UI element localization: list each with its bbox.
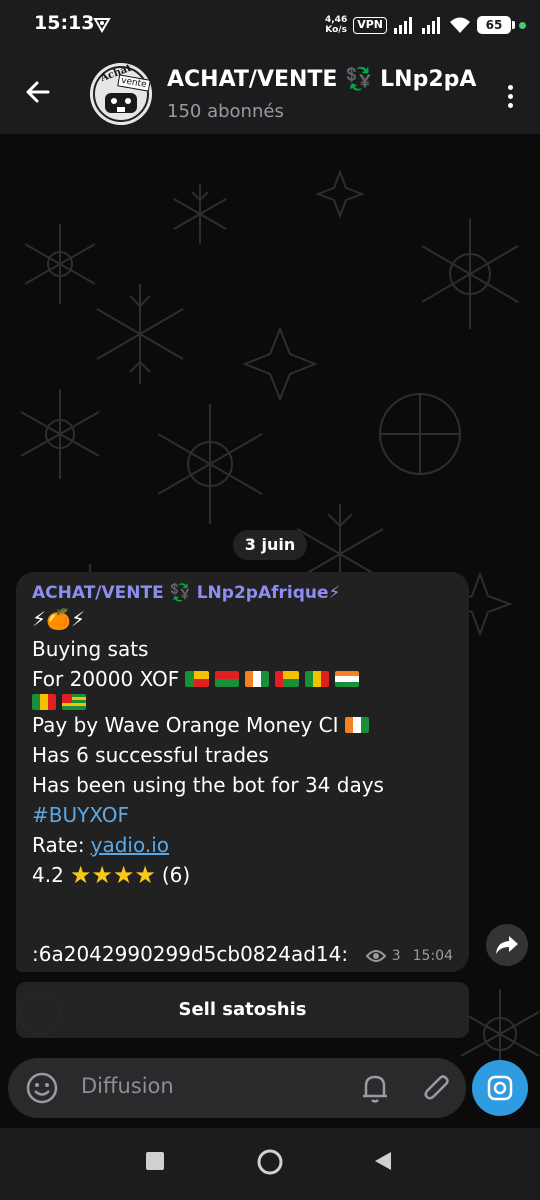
message-line-buying: Buying sats	[32, 637, 149, 661]
status-indicators: 4,46 Ko/s VPN 65	[325, 10, 526, 40]
star-icon: ★	[134, 861, 156, 889]
share-arrow-icon	[496, 936, 518, 954]
emoji-icon[interactable]	[26, 1072, 58, 1104]
guinea-bissau-flag-icon	[275, 671, 300, 687]
star-icon: ★	[91, 861, 113, 889]
signal-icon-2	[422, 17, 440, 34]
benin-flag-icon	[185, 671, 210, 687]
pay-text: Pay by Wave Orange Money CI	[32, 713, 339, 737]
net-speed: 4,46 Ko/s	[325, 15, 347, 35]
message-line-pay: Pay by Wave Orange Money CI	[32, 710, 453, 740]
message-emojis: ⚡🍊⚡	[32, 607, 85, 631]
message-line-trades: Has 6 successful trades	[32, 743, 269, 767]
chat-header: Achat vente ACHAT/VENTE 💱 LNp2pA 150 abo…	[0, 50, 540, 134]
burkina-faso-flag-icon	[215, 671, 240, 687]
battery-icon: 65	[477, 16, 515, 34]
forward-button[interactable]	[486, 924, 528, 966]
sell-satoshis-button[interactable]: Sell satoshis	[16, 982, 469, 1038]
mali-flag-icon	[305, 671, 330, 687]
senegal-flag-icon	[32, 694, 56, 710]
privacy-dot	[519, 21, 526, 29]
star-icon: ★	[69, 861, 92, 889]
star-icon: ★	[112, 861, 135, 889]
camera-button[interactable]	[472, 1060, 528, 1116]
status-bar: 15:13 4,46 Ko/s VPN 65	[0, 0, 540, 50]
recents-icon[interactable]	[144, 1150, 166, 1172]
back-nav-icon[interactable]	[372, 1150, 394, 1172]
net-speed-value: 4,46	[325, 15, 348, 25]
bell-icon[interactable]	[360, 1072, 390, 1104]
more-options-button[interactable]	[498, 78, 522, 114]
message-line-for: For 20000 XOF	[32, 664, 453, 694]
rate-label: Rate:	[32, 833, 85, 857]
vpn-key-icon	[93, 18, 111, 33]
message-time: 15:04	[412, 948, 453, 964]
message-line-rating: 4.2 ★ ★ ★ ★ (6)	[32, 860, 453, 890]
order-code: :6a2042990299d5cb0824ad14:	[32, 942, 349, 966]
niger-flag-icon	[335, 671, 360, 687]
date-separator: 3 juin	[233, 530, 307, 560]
hashtag-link[interactable]: #BUYXOF	[32, 800, 453, 830]
message-line-rate: Rate: yadio.io	[32, 830, 453, 860]
paperclip-icon[interactable]	[422, 1072, 452, 1104]
channel-subtitle: 150 abonnés	[167, 101, 284, 122]
message-line-flags	[32, 694, 453, 710]
dot-icon	[507, 102, 513, 108]
ivory-coast-flag-icon	[245, 671, 270, 687]
message-sender[interactable]: ACHAT/VENTE 💱 LNp2pAfrique⚡	[32, 582, 453, 604]
message-meta: 3 15:04	[365, 948, 453, 964]
channel-avatar[interactable]: Achat vente	[90, 63, 152, 125]
dot-icon	[507, 84, 513, 90]
signal-icon	[394, 17, 412, 34]
message-input-bar: Diffusion	[8, 1058, 466, 1118]
system-nav-bar	[0, 1128, 540, 1200]
home-icon[interactable]	[256, 1148, 284, 1176]
rate-link[interactable]: yadio.io	[91, 830, 169, 860]
vpn-badge: VPN	[353, 16, 387, 34]
for-amount-text: For 20000 XOF	[32, 667, 180, 691]
message-bubble[interactable]: ACHAT/VENTE 💱 LNp2pAfrique⚡ ⚡🍊⚡ Buying s…	[16, 572, 469, 972]
rating-count: (6)	[161, 863, 191, 887]
dot-icon	[507, 93, 513, 99]
togo-flag-icon	[62, 694, 86, 710]
message-input[interactable]: Diffusion	[81, 1074, 174, 1098]
arrow-left-icon	[26, 81, 50, 103]
net-speed-unit: Ko/s	[325, 25, 347, 35]
view-count: 3	[391, 948, 401, 964]
rating-stars: ★ ★ ★ ★	[70, 863, 156, 887]
wifi-icon	[450, 17, 470, 33]
camera-icon	[487, 1075, 513, 1101]
eye-icon	[365, 950, 386, 962]
channel-title[interactable]: ACHAT/VENTE 💱 LNp2pA	[167, 67, 487, 92]
message-line-using: Has been using the bot for 34 days	[32, 773, 384, 797]
ivory-coast-flag-icon	[344, 717, 369, 733]
status-time: 15:13	[34, 12, 95, 34]
back-button[interactable]	[20, 74, 56, 110]
rating-value: 4.2	[32, 863, 64, 887]
